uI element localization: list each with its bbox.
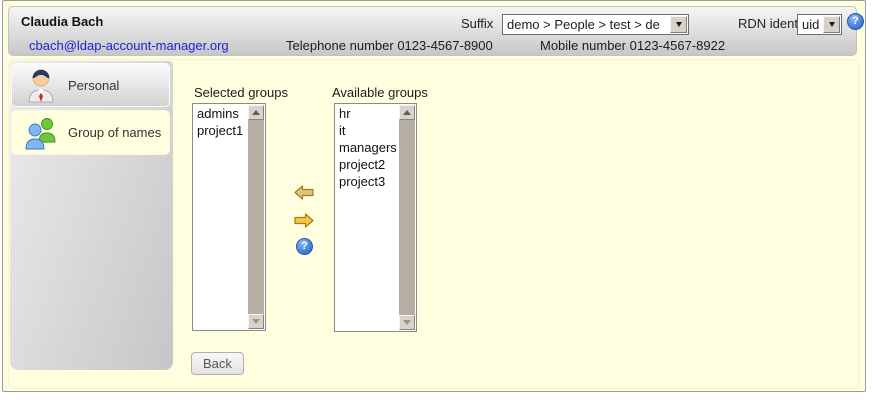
available-groups-items: hritmanagersproject2project3	[335, 104, 399, 331]
scrollbar-down-button[interactable]	[399, 315, 415, 330]
chevron-down-icon	[829, 22, 835, 27]
selected-groups-list[interactable]: adminsproject1	[192, 103, 266, 331]
suffix-select-value: demo > People > test > de	[503, 17, 669, 32]
account-header: Claudia Bach Suffix demo > People > test…	[8, 6, 857, 56]
suffix-select-arrow[interactable]	[670, 16, 687, 33]
email-link[interactable]: cbach@ldap-account-manager.org	[29, 38, 229, 53]
user-name: Claudia Bach	[21, 14, 103, 29]
list-item[interactable]: admins	[193, 105, 248, 122]
list-item[interactable]: it	[335, 122, 399, 139]
selected-groups-items: adminsproject1	[193, 104, 248, 330]
arrow-left-icon	[294, 185, 314, 200]
scrollbar-up-button[interactable]	[399, 105, 415, 120]
scrollbar-track[interactable]	[248, 105, 264, 329]
scroll-up-icon	[403, 110, 411, 115]
group-icon	[24, 115, 58, 151]
scroll-down-icon	[252, 319, 260, 324]
rdn-select-arrow[interactable]	[823, 16, 840, 33]
chevron-down-icon	[676, 22, 682, 27]
move-right-button[interactable]	[294, 213, 314, 231]
rdn-select-value: uid	[798, 17, 822, 32]
scrollbar-up-button[interactable]	[248, 105, 264, 120]
move-left-button[interactable]	[294, 185, 314, 203]
module-sidebar: Personal Group of names	[10, 61, 173, 370]
help-icon[interactable]: ?	[847, 13, 864, 30]
tab-personal[interactable]: Personal	[11, 63, 170, 107]
suffix-select[interactable]: demo > People > test > de	[502, 14, 689, 35]
person-icon	[24, 67, 58, 103]
lam-page: Claudia Bach Suffix demo > People > test…	[2, 0, 866, 392]
telephone-number: Telephone number 0123-4567-8900	[286, 38, 493, 53]
list-item[interactable]: managers	[335, 139, 399, 156]
telephone-label: Telephone number	[286, 38, 394, 53]
rdn-select[interactable]: uid	[797, 14, 842, 35]
scrollbar-track[interactable]	[399, 105, 415, 330]
scroll-up-icon	[252, 110, 260, 115]
selected-groups-label: Selected groups	[194, 85, 288, 100]
scroll-down-icon	[403, 320, 411, 325]
mobile-label: Mobile number	[540, 38, 626, 53]
telephone-value: 0123-4567-8900	[397, 38, 492, 53]
list-item[interactable]: project2	[335, 156, 399, 173]
list-item[interactable]: project1	[193, 122, 248, 139]
mobile-value: 0123-4567-8922	[630, 38, 725, 53]
suffix-label: Suffix	[461, 16, 493, 31]
mobile-number: Mobile number 0123-4567-8922	[540, 38, 725, 53]
tab-group-of-names[interactable]: Group of names	[11, 110, 170, 155]
list-item[interactable]: hr	[335, 105, 399, 122]
arrow-right-icon	[294, 213, 314, 228]
tab-group-of-names-label: Group of names	[68, 125, 161, 140]
scrollbar-down-button[interactable]	[248, 314, 264, 329]
help-icon[interactable]: ?	[296, 238, 313, 255]
tab-personal-label: Personal	[68, 78, 119, 93]
list-item[interactable]: project3	[335, 173, 399, 190]
back-button[interactable]: Back	[191, 352, 244, 375]
available-groups-list[interactable]: hritmanagersproject2project3	[334, 103, 417, 332]
available-groups-label: Available groups	[332, 85, 428, 100]
